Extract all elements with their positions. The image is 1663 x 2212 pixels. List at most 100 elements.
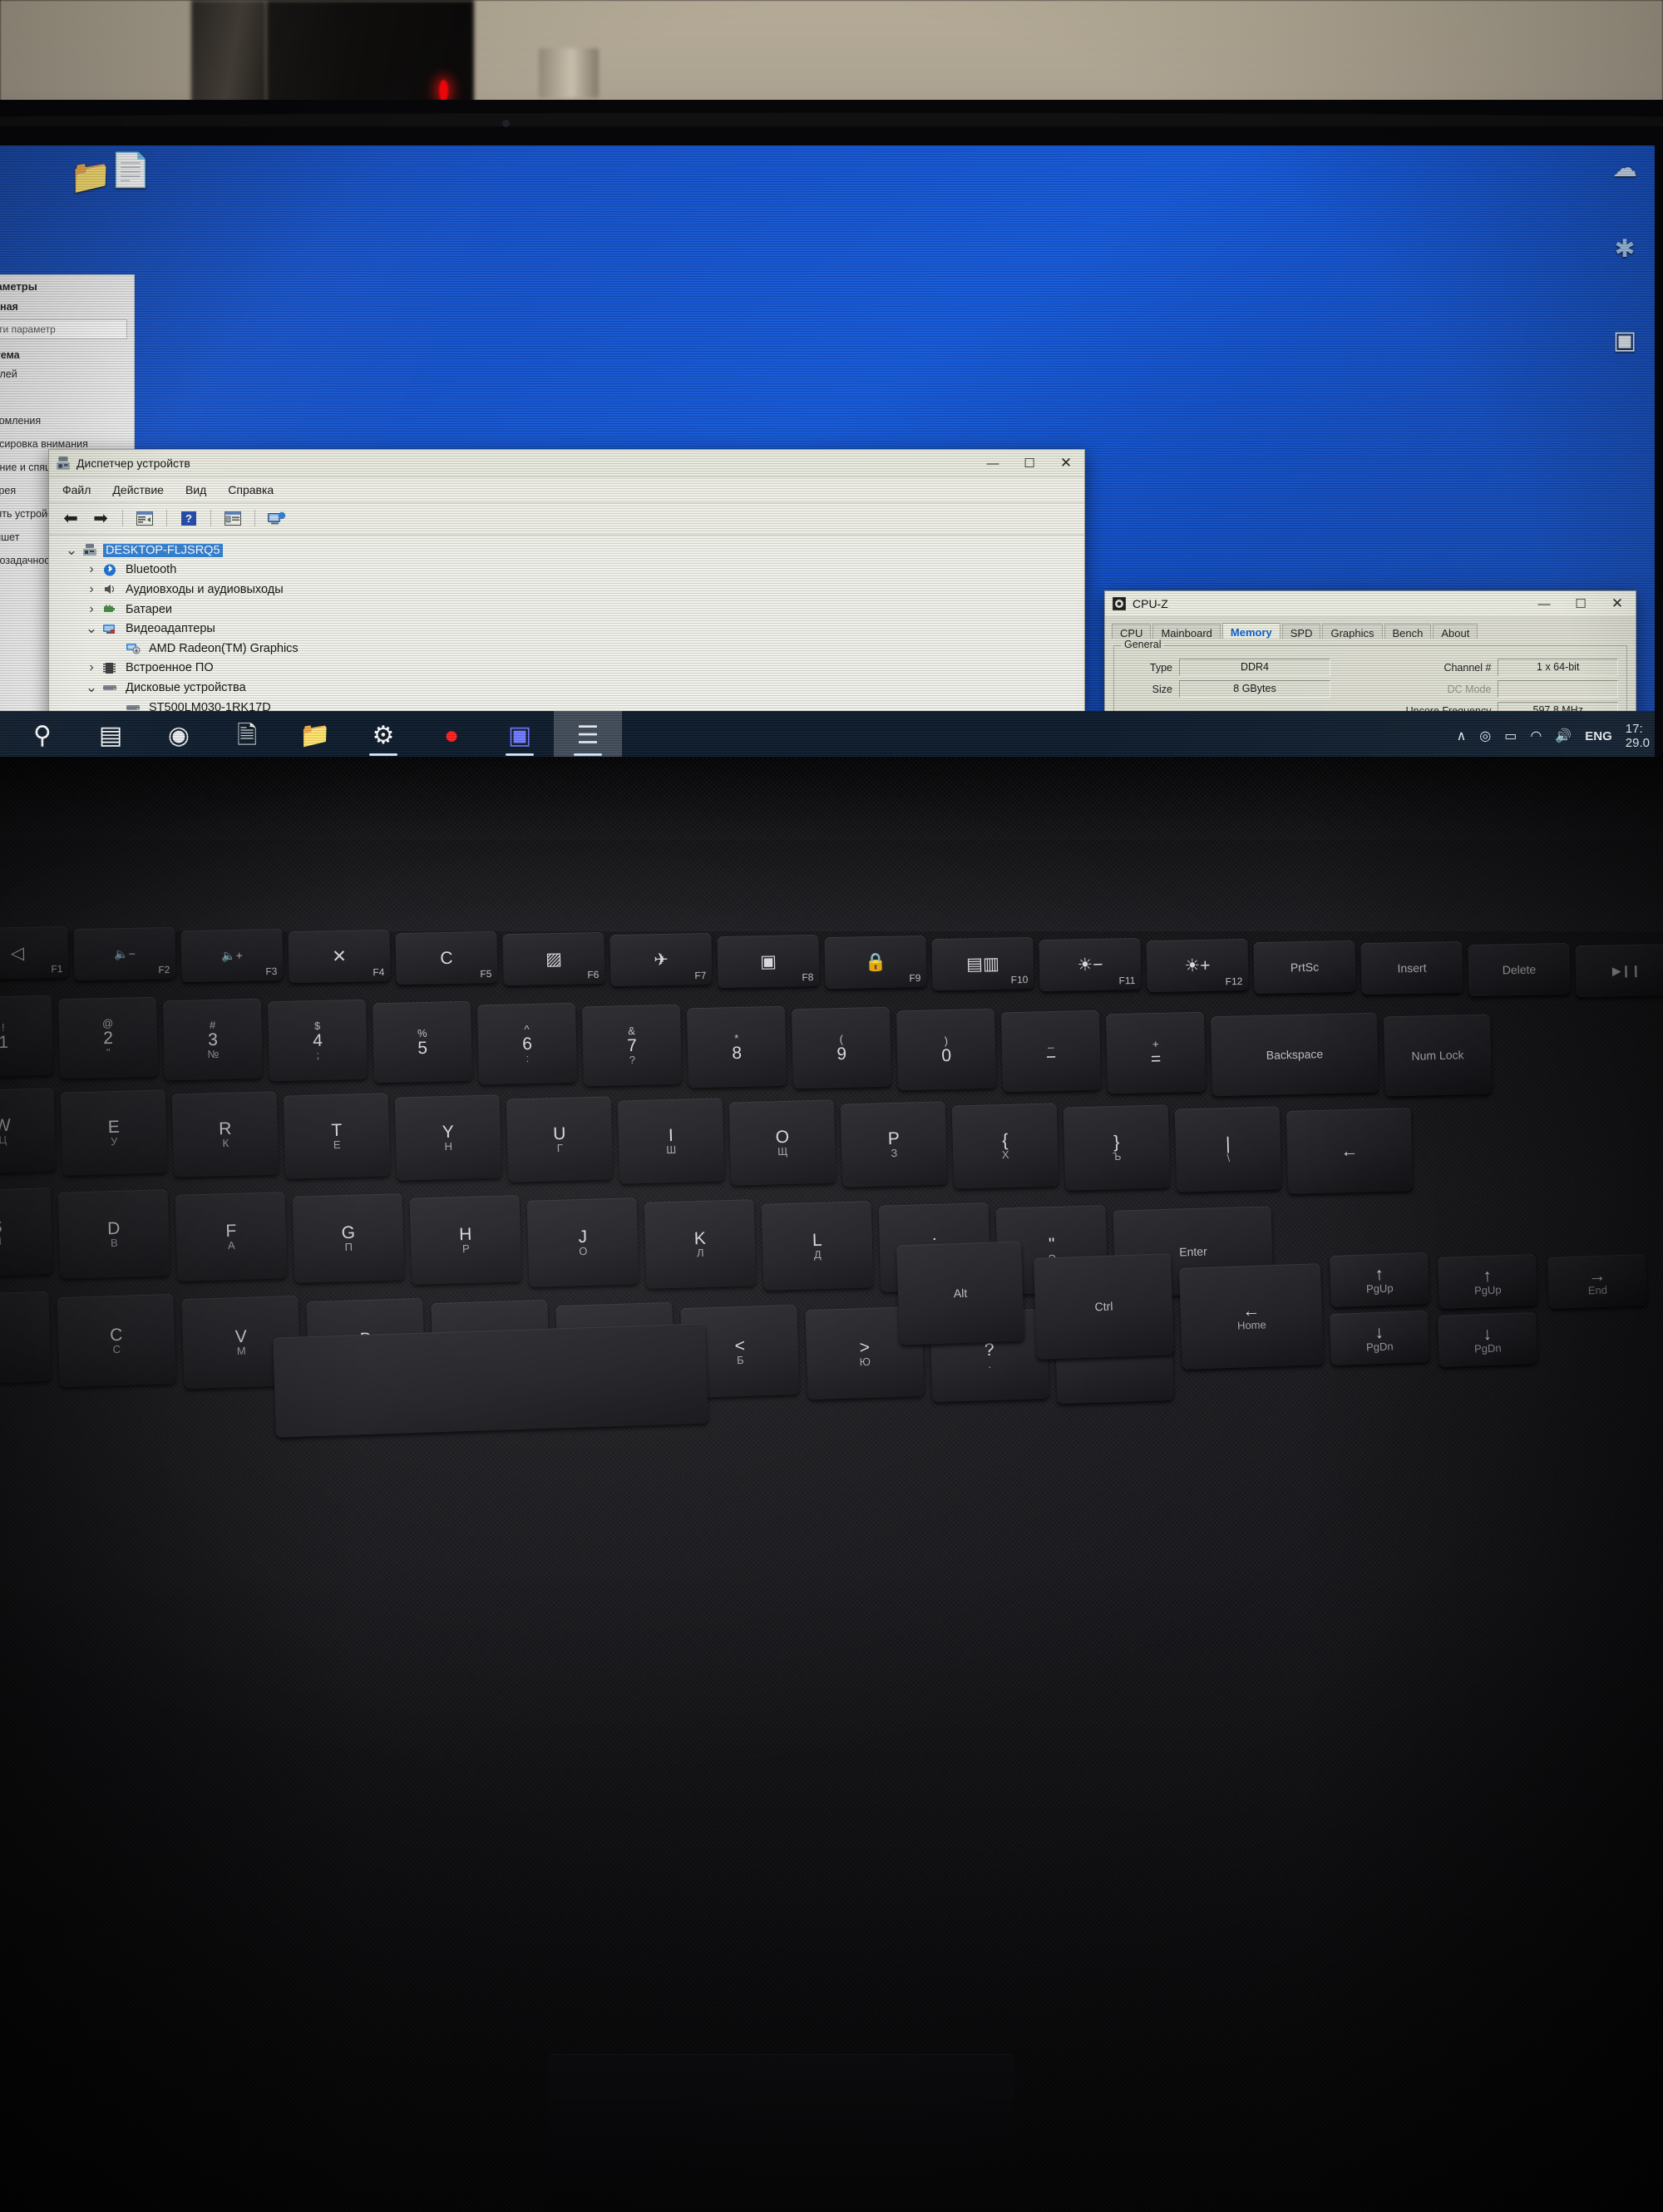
- device-manager-menubar[interactable]: Файл Действие Вид Справка: [49, 477, 1084, 502]
- device-tree-node[interactable]: › Аудиовходы и аудиовыходы: [62, 580, 1083, 600]
- chevron-down-icon[interactable]: ⌄: [82, 620, 101, 637]
- key-num-1[interactable]: ! 1: [0, 995, 54, 1078]
- chevron-down-icon[interactable]: ⌄: [82, 679, 101, 696]
- key-num-[interactable]: _ −: [1000, 1010, 1102, 1093]
- key-fn-prtsc[interactable]: PrtSc: [1253, 940, 1356, 995]
- key-z-x[interactable]: XЧ: [0, 1291, 52, 1385]
- key-a-g[interactable]: GП: [292, 1193, 405, 1283]
- key-num-8[interactable]: * 8: [686, 1005, 787, 1089]
- update-driver-icon[interactable]: [221, 508, 244, 528]
- key-a-l[interactable]: LД: [761, 1201, 874, 1291]
- menu-view[interactable]: Вид: [185, 483, 206, 496]
- device-tree-node[interactable]: ⌄ DESKTOP-FLJSRQ5: [62, 541, 1083, 560]
- key-num-7[interactable]: & 7?: [581, 1004, 683, 1087]
- key-num-num-lock[interactable]: Num Lock: [1383, 1014, 1493, 1097]
- device-tree-node[interactable]: › Bluetooth: [62, 560, 1083, 580]
- wifi-icon[interactable]: ◠: [1530, 728, 1542, 744]
- key-fn-f2[interactable]: 🔈− F2: [73, 926, 176, 981]
- desktop-icon-right-2[interactable]: ✱: [1592, 233, 1655, 268]
- device-manager-toolbar[interactable]: ⬅ ➡ ?: [49, 503, 1084, 533]
- chevron-right-icon[interactable]: ›: [82, 602, 101, 617]
- key-q-w[interactable]: WЦ: [0, 1088, 57, 1174]
- key-a-j[interactable]: JО: [526, 1197, 639, 1287]
- key-z-c[interactable]: CС: [57, 1293, 176, 1388]
- menu-action[interactable]: Действие: [112, 483, 164, 496]
- key-q-t[interactable]: TЕ: [283, 1093, 391, 1179]
- taskbar-cpuz-button[interactable]: ▣: [486, 711, 554, 761]
- key-arrow-right[interactable]: → End: [1547, 1253, 1648, 1310]
- taskbar-notepad-button[interactable]: 🗎: [213, 711, 281, 761]
- key-arrow-down[interactable]: ↓ PgDn: [1437, 1311, 1538, 1368]
- key-a-f[interactable]: FА: [175, 1192, 288, 1281]
- maximize-button[interactable]: ☐: [1011, 451, 1048, 476]
- touchpad[interactable]: [549, 2054, 1014, 2212]
- taskbar-buttons[interactable]: ⚲ ▤ ◉ 🗎 📁 ⚙ ● ▣ ☰: [8, 711, 622, 761]
- key-q-[interactable]: } Ъ: [1063, 1104, 1171, 1191]
- device-tree-node[interactable]: › Встроенное ПО: [62, 659, 1083, 679]
- forward-icon[interactable]: ➡: [89, 508, 112, 528]
- key-fn-f1[interactable]: ◁ F1: [0, 926, 69, 980]
- key-mod-[interactable]: ↑ PgUp: [1329, 1252, 1430, 1308]
- chevron-right-icon[interactable]: ›: [82, 660, 101, 675]
- desktop-icon-document[interactable]: 📄: [98, 154, 163, 189]
- key-mod-alt[interactable]: Alt: [896, 1241, 1025, 1345]
- key-q-r[interactable]: RК: [171, 1091, 279, 1178]
- key-mod-ctrl[interactable]: Ctrl: [1033, 1253, 1175, 1360]
- key-q-[interactable]: {Х: [951, 1103, 1059, 1189]
- device-manager-titlebar[interactable]: Диспетчер устройств — ☐ ✕: [49, 450, 1084, 477]
- key-fn-insert[interactable]: Insert: [1360, 941, 1463, 995]
- taskbar-aida64-button[interactable]: ●: [417, 711, 486, 761]
- show-hidden-icons-chevron-icon[interactable]: ∧: [1457, 728, 1467, 744]
- chevron-down-icon[interactable]: ⌄: [62, 542, 81, 559]
- settings-item-display[interactable]: Дисплей: [0, 363, 134, 386]
- device-tree-node[interactable]: ⌄ Дисковые устройства: [62, 678, 1083, 698]
- key-q-p[interactable]: PЗ: [840, 1101, 948, 1187]
- key-q-u[interactable]: UГ: [506, 1096, 614, 1183]
- key-q-[interactable]: | \: [1174, 1106, 1282, 1192]
- taskbar-chrome-button[interactable]: ◉: [145, 711, 213, 761]
- key-fn-f8[interactable]: ▣ F8: [717, 934, 820, 989]
- key-mod-[interactable]: ← Home: [1178, 1263, 1325, 1370]
- key-space[interactable]: [273, 1323, 708, 1438]
- close-button[interactable]: ✕: [1048, 451, 1084, 476]
- key-arrow-up[interactable]: ↑ PgUp: [1437, 1253, 1538, 1310]
- key-fn-[interactable]: ▶❙❙: [1575, 943, 1663, 998]
- back-icon[interactable]: ⬅: [59, 508, 82, 528]
- key-a-s[interactable]: SЫ: [0, 1187, 53, 1277]
- device-tree-node[interactable]: › Батареи: [62, 600, 1083, 620]
- chevron-right-icon[interactable]: ›: [82, 582, 101, 597]
- key-fn-f5[interactable]: C F5: [395, 931, 498, 985]
- cpuz-titlebar[interactable]: CPU-Z — ☐ ✕: [1105, 591, 1636, 617]
- settings-item-notifications[interactable]: Уведомления: [0, 409, 134, 432]
- key-num-0[interactable]: ) 0: [896, 1008, 997, 1091]
- key-num-[interactable]: + =: [1105, 1011, 1207, 1094]
- minimize-button[interactable]: —: [1526, 591, 1562, 616]
- taskbar[interactable]: ⚲ ▤ ◉ 🗎 📁 ⚙ ● ▣ ☰ ∧ ◎ ▭ ◠ 🔊 ENG 17: 29.0: [0, 711, 1655, 761]
- properties-icon[interactable]: [133, 508, 156, 528]
- key-q-o[interactable]: OЩ: [728, 1099, 836, 1186]
- key-num-6[interactable]: ^ 6:: [476, 1002, 578, 1085]
- key-fn-f3[interactable]: 🔈+ F3: [180, 928, 284, 983]
- system-tray[interactable]: ∧ ◎ ▭ ◠ 🔊 ENG 17: 29.0: [1457, 711, 1655, 761]
- key-fn-f9[interactable]: 🔒 F9: [824, 935, 927, 990]
- key-fn-f7[interactable]: ✈ F7: [609, 932, 713, 987]
- taskbar-search-button[interactable]: ⚲: [8, 711, 76, 761]
- key-a-h[interactable]: HР: [409, 1195, 522, 1285]
- taskbar-task-view-button[interactable]: ▤: [76, 711, 145, 761]
- desktop-icon-right-1[interactable]: ☁: [1592, 152, 1655, 187]
- key-num-2[interactable]: @2 ": [57, 996, 159, 1079]
- key-fn-delete[interactable]: Delete: [1468, 942, 1571, 997]
- language-indicator[interactable]: ENG: [1585, 729, 1612, 743]
- key-a-k[interactable]: KЛ: [644, 1199, 757, 1289]
- settings-search-input[interactable]: Найти параметр: [0, 319, 127, 339]
- key-num-9[interactable]: (9: [791, 1006, 892, 1089]
- key-num-5[interactable]: % 5: [372, 1000, 473, 1084]
- minimize-button[interactable]: —: [975, 451, 1011, 476]
- key-a-d[interactable]: DВ: [57, 1189, 170, 1279]
- key-num-4[interactable]: $4;: [267, 999, 368, 1082]
- maximize-button[interactable]: ☐: [1562, 591, 1599, 616]
- close-button[interactable]: ✕: [1599, 591, 1636, 616]
- key-fn-f4[interactable]: ✕ F4: [288, 929, 391, 984]
- device-tree-node[interactable]: ⌄ Видеоадаптеры: [62, 619, 1083, 639]
- settings-item-sound[interactable]: Звук: [0, 386, 134, 409]
